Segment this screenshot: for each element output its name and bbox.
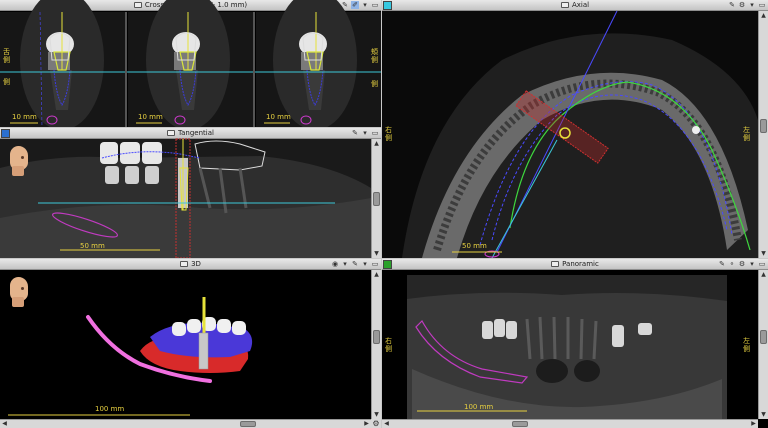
cross-slice-1 — [0, 0, 126, 127]
axial-scale-label: 50 mm — [462, 242, 487, 250]
three-d-scale-label: 100 mm — [95, 405, 125, 413]
cross-scale-label-2: 10 mm — [138, 113, 163, 121]
scroll-down-arrow[interactable]: ▼ — [759, 249, 768, 258]
tangential-image[interactable] — [0, 128, 371, 258]
axial-left-label-b: 側 — [385, 134, 392, 142]
panoramic-panel[interactable]: Panoramic ✎ ⚬ ⚙ ▾ ▭ 100 mm 右 側 左 側 ▲ ▼ ◀… — [382, 259, 768, 428]
scroll-down-arrow[interactable]: ▼ — [372, 249, 381, 258]
scroll-thumb[interactable] — [240, 421, 256, 427]
panoramic-image[interactable] — [382, 259, 758, 428]
scroll-down-arrow[interactable]: ▼ — [759, 410, 768, 419]
scroll-up-arrow[interactable]: ▲ — [759, 270, 768, 279]
panoramic-right-label-b: 側 — [743, 345, 750, 353]
head-orientation-icon[interactable] — [6, 146, 32, 176]
axial-right-label-b: 側 — [743, 134, 750, 142]
cross-scale-label: 10 mm — [12, 113, 37, 121]
scroll-left-arrow[interactable]: ◀ — [382, 420, 391, 428]
three-d-panel[interactable]: 3D ◉ ▾ ✎ ▾ ▭ 100 mm ▲ ▼ ◀ ▶ ⚙ — [0, 259, 381, 428]
maximize-icon[interactable]: ▭ — [371, 260, 379, 268]
tangential-panel[interactable]: Tangential ✎ ▾ ▭ 50 mm ▲ ▼ — [0, 128, 381, 258]
scroll-up-arrow[interactable]: ▲ — [372, 139, 381, 148]
gear-icon[interactable]: ⚙ — [371, 419, 381, 428]
maximize-icon[interactable]: ▭ — [758, 260, 766, 268]
axial-image[interactable] — [382, 0, 758, 258]
cross-right-label-b: 側 — [371, 56, 378, 64]
panoramic-scale-label: 100 mm — [464, 403, 494, 411]
cross-sectional-panel[interactable]: Cross-sectionals(+/- 1.0 mm) ✎ ✐ ▾ ▭ — [0, 0, 381, 127]
scroll-thumb[interactable] — [373, 192, 380, 206]
cross-slice-3 — [256, 0, 381, 127]
panoramic-right-label-a: 左 — [743, 337, 750, 345]
panoramic-left-label-a: 右 — [385, 337, 392, 345]
panoramic-left-label-b: 側 — [385, 345, 392, 353]
cross-scale-label-3: 10 mm — [266, 113, 291, 121]
scroll-thumb[interactable] — [373, 330, 380, 344]
three-d-view[interactable] — [0, 259, 371, 428]
scroll-down-arrow[interactable]: ▼ — [372, 410, 381, 419]
three-d-vertical-scrollbar[interactable]: ▲ ▼ — [371, 270, 381, 419]
scroll-thumb[interactable] — [760, 119, 767, 133]
tangential-vertical-scrollbar[interactable]: ▲ ▼ — [371, 139, 381, 258]
cross-sectional-images[interactable] — [0, 0, 381, 127]
maximize-icon[interactable]: ▭ — [371, 129, 379, 137]
axial-right-label-a: 左 — [743, 126, 750, 134]
cross-left-label-b: 側 — [3, 56, 10, 64]
panoramic-vertical-scrollbar[interactable]: ▲ ▼ — [758, 270, 768, 419]
scroll-right-arrow[interactable]: ▶ — [749, 420, 758, 428]
cross-right-label-a: 頬 — [371, 48, 378, 56]
maximize-icon[interactable]: ▭ — [758, 1, 766, 9]
tangential-scale-label: 50 mm — [80, 242, 105, 250]
tangential-teeth — [100, 142, 162, 184]
three-d-horizontal-scrollbar[interactable]: ◀ ▶ — [0, 419, 371, 428]
cross-slice-2 — [128, 0, 254, 127]
scroll-thumb[interactable] — [512, 421, 528, 427]
implant-3d — [198, 332, 209, 370]
cross-right-label-c: 側 — [371, 80, 378, 88]
scroll-right-arrow[interactable]: ▶ — [362, 420, 371, 428]
head-orientation-icon[interactable] — [6, 277, 32, 307]
scroll-left-arrow[interactable]: ◀ — [0, 420, 9, 428]
scroll-thumb[interactable] — [760, 330, 767, 344]
cross-left-label-a: 舌 — [3, 48, 10, 56]
axial-panel[interactable]: Axial ✎ ⚙ ▾ ▭ 50 mm 右 側 左 側 ▲ ▼ — [382, 0, 768, 258]
axial-vertical-scrollbar[interactable]: ▲ ▼ — [758, 11, 768, 258]
scroll-up-arrow[interactable]: ▲ — [372, 270, 381, 279]
scroll-up-arrow[interactable]: ▲ — [759, 11, 768, 20]
cross-left-label-c: 側 — [3, 78, 10, 86]
axial-left-label-a: 右 — [385, 126, 392, 134]
panoramic-horizontal-scrollbar[interactable]: ◀ ▶ — [382, 419, 758, 428]
